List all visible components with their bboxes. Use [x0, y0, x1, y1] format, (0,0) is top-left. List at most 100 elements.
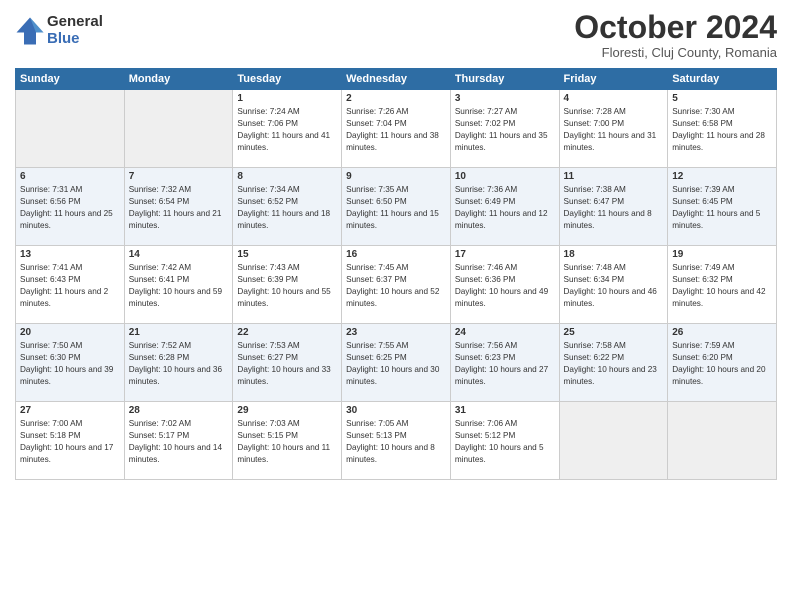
calendar-cell: 24Sunrise: 7:56 AMSunset: 6:23 PMDayligh…	[450, 324, 559, 402]
day-number: 8	[237, 171, 337, 182]
day-number: 25	[564, 327, 664, 338]
day-info: Sunrise: 7:02 AMSunset: 5:17 PMDaylight:…	[129, 418, 229, 466]
calendar-cell	[16, 90, 125, 168]
calendar-cell: 15Sunrise: 7:43 AMSunset: 6:39 PMDayligh…	[233, 246, 342, 324]
day-info: Sunrise: 7:53 AMSunset: 6:27 PMDaylight:…	[237, 340, 337, 388]
day-number: 21	[129, 327, 229, 338]
day-number: 1	[237, 93, 337, 104]
day-info: Sunrise: 7:30 AMSunset: 6:58 PMDaylight:…	[672, 106, 772, 154]
calendar-cell: 29 Sunrise: 7:03 AMSunset: 5:15 PMDayligh…	[233, 402, 342, 480]
day-number: 16	[346, 249, 446, 260]
day-number: 26	[672, 327, 772, 338]
calendar-cell: 14 Sunrise: 7:42 AMSunset: 6:41 PMDayligh…	[124, 246, 233, 324]
logo-icon	[15, 16, 45, 46]
day-number: 2	[346, 93, 446, 104]
day-info: Sunrise: 7:34 AMSunset: 6:52 PMDaylight:…	[237, 184, 337, 232]
day-info: Sunrise: 7:59 AMSunset: 6:20 PMDaylight:…	[672, 340, 772, 388]
week-row: 20Sunrise: 7:50 AMSunset: 6:30 PMDayligh…	[16, 324, 777, 402]
calendar-cell: 31Sunrise: 7:06 AMSunset: 5:12 PMDayligh…	[450, 402, 559, 480]
day-info: Sunrise: 7:26 AMSunset: 7:04 PMDaylight:…	[346, 106, 446, 154]
logo-blue: Blue	[47, 31, 103, 48]
col-header-wednesday: Wednesday	[342, 69, 451, 90]
col-header-sunday: Sunday	[16, 69, 125, 90]
calendar-cell: 2 Sunrise: 7:26 AMSunset: 7:04 PMDaylight…	[342, 90, 451, 168]
day-info: Sunrise: 7:49 AMSunset: 6:32 PMDaylight:…	[672, 262, 772, 310]
day-info: Sunrise: 7:35 AMSunset: 6:50 PMDaylight:…	[346, 184, 446, 232]
calendar-cell: 7 Sunrise: 7:32 AMSunset: 6:54 PMDaylight…	[124, 168, 233, 246]
week-row: 13Sunrise: 7:41 AMSunset: 6:43 PMDayligh…	[16, 246, 777, 324]
calendar-cell: 23Sunrise: 7:55 AMSunset: 6:25 PMDayligh…	[342, 324, 451, 402]
week-row: 6 Sunrise: 7:31 AMSunset: 6:56 PMDaylight…	[16, 168, 777, 246]
calendar-cell: 20Sunrise: 7:50 AMSunset: 6:30 PMDayligh…	[16, 324, 125, 402]
calendar-cell: 5 Sunrise: 7:30 AMSunset: 6:58 PMDaylight…	[668, 90, 777, 168]
day-info: Sunrise: 7:42 AMSunset: 6:41 PMDaylight:…	[129, 262, 229, 310]
day-info: Sunrise: 7:55 AMSunset: 6:25 PMDaylight:…	[346, 340, 446, 388]
month-title: October 2024	[574, 10, 777, 45]
day-number: 18	[564, 249, 664, 260]
day-info: Sunrise: 7:32 AMSunset: 6:54 PMDaylight:…	[129, 184, 229, 232]
calendar-cell: 8 Sunrise: 7:34 AMSunset: 6:52 PMDaylight…	[233, 168, 342, 246]
calendar-cell: 22Sunrise: 7:53 AMSunset: 6:27 PMDayligh…	[233, 324, 342, 402]
day-info: Sunrise: 7:46 AMSunset: 6:36 PMDaylight:…	[455, 262, 555, 310]
day-number: 29	[237, 405, 337, 416]
calendar-cell	[124, 90, 233, 168]
col-header-friday: Friday	[559, 69, 668, 90]
day-number: 7	[129, 171, 229, 182]
day-number: 15	[237, 249, 337, 260]
day-number: 19	[672, 249, 772, 260]
col-header-saturday: Saturday	[668, 69, 777, 90]
calendar-cell: 13Sunrise: 7:41 AMSunset: 6:43 PMDayligh…	[16, 246, 125, 324]
logo-general: General	[47, 14, 103, 31]
day-number: 5	[672, 93, 772, 104]
day-number: 31	[455, 405, 555, 416]
calendar-cell	[559, 402, 668, 480]
day-info: Sunrise: 7:52 AMSunset: 6:28 PMDaylight:…	[129, 340, 229, 388]
calendar-table: SundayMondayTuesdayWednesdayThursdayFrid…	[15, 68, 777, 480]
location-subtitle: Floresti, Cluj County, Romania	[574, 45, 777, 60]
day-number: 27	[20, 405, 120, 416]
calendar-cell: 26 Sunrise: 7:59 AMSunset: 6:20 PMDayligh…	[668, 324, 777, 402]
day-info: Sunrise: 7:05 AMSunset: 5:13 PMDaylight:…	[346, 418, 446, 466]
day-info: Sunrise: 7:31 AMSunset: 6:56 PMDaylight:…	[20, 184, 120, 232]
logo-text: General Blue	[47, 14, 103, 47]
calendar-cell	[668, 402, 777, 480]
day-number: 3	[455, 93, 555, 104]
calendar-cell: 6 Sunrise: 7:31 AMSunset: 6:56 PMDaylight…	[16, 168, 125, 246]
day-info: Sunrise: 7:58 AMSunset: 6:22 PMDaylight:…	[564, 340, 664, 388]
day-info: Sunrise: 7:27 AMSunset: 7:02 PMDaylight:…	[455, 106, 555, 154]
day-number: 17	[455, 249, 555, 260]
day-info: Sunrise: 7:45 AMSunset: 6:37 PMDaylight:…	[346, 262, 446, 310]
day-info: Sunrise: 7:39 AMSunset: 6:45 PMDaylight:…	[672, 184, 772, 232]
title-block: October 2024 Floresti, Cluj County, Roma…	[574, 10, 777, 60]
calendar-cell: 28 Sunrise: 7:02 AMSunset: 5:17 PMDayligh…	[124, 402, 233, 480]
calendar-cell: 3 Sunrise: 7:27 AMSunset: 7:02 PMDaylight…	[450, 90, 559, 168]
day-info: Sunrise: 7:48 AMSunset: 6:34 PMDaylight:…	[564, 262, 664, 310]
day-number: 12	[672, 171, 772, 182]
day-info: Sunrise: 7:50 AMSunset: 6:30 PMDaylight:…	[20, 340, 120, 388]
col-header-monday: Monday	[124, 69, 233, 90]
header-row: SundayMondayTuesdayWednesdayThursdayFrid…	[16, 69, 777, 90]
calendar-cell: 17 Sunrise: 7:46 AMSunset: 6:36 PMDayligh…	[450, 246, 559, 324]
day-info: Sunrise: 7:38 AMSunset: 6:47 PMDaylight:…	[564, 184, 664, 232]
calendar-cell: 21 Sunrise: 7:52 AMSunset: 6:28 PMDayligh…	[124, 324, 233, 402]
day-number: 4	[564, 93, 664, 104]
calendar-cell: 4Sunrise: 7:28 AMSunset: 7:00 PMDaylight…	[559, 90, 668, 168]
col-header-tuesday: Tuesday	[233, 69, 342, 90]
calendar-cell: 18 Sunrise: 7:48 AMSunset: 6:34 PMDayligh…	[559, 246, 668, 324]
logo: General Blue	[15, 14, 103, 47]
day-info: Sunrise: 7:03 AMSunset: 5:15 PMDaylight:…	[237, 418, 337, 466]
day-number: 14	[129, 249, 229, 260]
calendar-cell: 1Sunrise: 7:24 AMSunset: 7:06 PMDaylight…	[233, 90, 342, 168]
day-number: 30	[346, 405, 446, 416]
day-info: Sunrise: 7:56 AMSunset: 6:23 PMDaylight:…	[455, 340, 555, 388]
calendar-cell: 9Sunrise: 7:35 AMSunset: 6:50 PMDaylight…	[342, 168, 451, 246]
calendar-cell: 11Sunrise: 7:38 AMSunset: 6:47 PMDayligh…	[559, 168, 668, 246]
header: General Blue October 2024 Floresti, Cluj…	[15, 10, 777, 60]
page: General Blue October 2024 Floresti, Cluj…	[0, 0, 792, 612]
day-number: 28	[129, 405, 229, 416]
calendar-cell: 12 Sunrise: 7:39 AMSunset: 6:45 PMDayligh…	[668, 168, 777, 246]
calendar-cell: 16 Sunrise: 7:45 AMSunset: 6:37 PMDayligh…	[342, 246, 451, 324]
day-number: 6	[20, 171, 120, 182]
week-row: 1Sunrise: 7:24 AMSunset: 7:06 PMDaylight…	[16, 90, 777, 168]
day-number: 10	[455, 171, 555, 182]
